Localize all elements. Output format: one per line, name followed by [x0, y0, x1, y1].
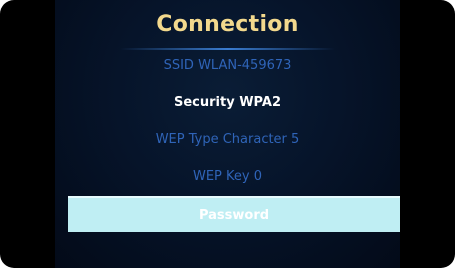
menu-item-password[interactable]: Password: [68, 196, 400, 232]
password-label: Password: [198, 207, 270, 223]
menu-item-wep-key[interactable]: WEP Key 0: [55, 169, 400, 184]
device-display: Connection SSID WLAN-459673 Security WPA…: [0, 0, 455, 268]
menu-item-security[interactable]: Security WPA2: [55, 95, 400, 110]
menu-item-ssid[interactable]: SSID WLAN-459673: [55, 58, 400, 73]
title-divider: [120, 48, 335, 50]
page-title: Connection: [156, 12, 299, 37]
menu-item-wep-type[interactable]: WEP Type Character 5: [55, 132, 400, 147]
